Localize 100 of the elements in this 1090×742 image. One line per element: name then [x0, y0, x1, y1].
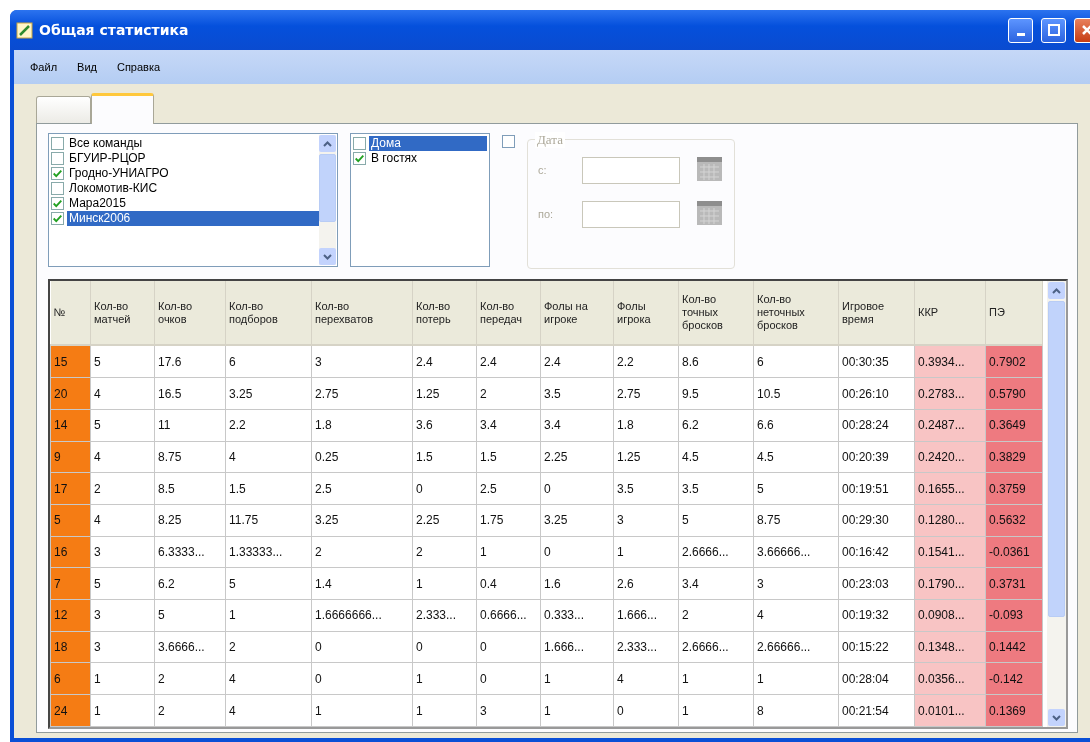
table-cell: 1 [412, 663, 477, 695]
column-header[interactable]: ПЭ [985, 281, 1043, 346]
table-cell: 2.4 [412, 345, 477, 378]
table-cell: 2.25 [412, 504, 477, 537]
table-cell: 10.5 [753, 377, 839, 410]
table-cell: 0.2420... [914, 441, 986, 473]
list-item[interactable]: В гостях [369, 151, 487, 166]
checkbox[interactable] [353, 152, 366, 165]
column-header[interactable]: Кол-во точных бросков [678, 281, 754, 346]
table-cell: 1.666... [540, 631, 614, 663]
column-header[interactable]: Кол-во потерь [412, 281, 477, 346]
table-cell: 3.4 [678, 567, 754, 600]
column-header[interactable]: Кол-во перехватов [311, 281, 413, 346]
minimize-button[interactable] [1008, 17, 1033, 43]
checkbox[interactable] [51, 137, 64, 150]
menu-item[interactable]: Файл [22, 59, 66, 75]
table-cell: 3.6 [412, 409, 477, 442]
table-cell: 2 [154, 694, 226, 727]
column-header[interactable]: Кол-во матчей [90, 281, 155, 346]
column-header[interactable]: Кол-во очков [154, 281, 226, 346]
table-cell: 00:26:10 [838, 377, 915, 410]
checkbox[interactable] [51, 152, 64, 165]
table-cell: 6.6 [753, 409, 839, 442]
table-cell: 0.1655... [914, 472, 986, 505]
table-cell: 2 [311, 536, 413, 568]
table-cell: 9.5 [678, 377, 754, 410]
list-item[interactable]: Гродно-УНИАГРО [67, 166, 319, 181]
table-cell: 0.0101... [914, 694, 986, 727]
checkbox[interactable] [51, 212, 64, 225]
table-cell: 5 [90, 345, 155, 378]
table-cell: 4 [90, 441, 155, 473]
table-cell: 0 [311, 631, 413, 663]
column-header[interactable]: Кол-во подборов [225, 281, 312, 346]
column-header[interactable]: Кол-во передач [476, 281, 541, 346]
table-cell: 3.25 [225, 377, 312, 410]
checkbox[interactable] [51, 197, 64, 210]
list-item[interactable]: Минск2006 [67, 211, 319, 226]
date-field[interactable] [582, 156, 680, 184]
table-cell: 0.3731 [985, 567, 1043, 600]
table-cell: 8.75 [154, 441, 226, 473]
table-cell: 2 [678, 599, 754, 632]
column-header[interactable]: Фолы игрока [613, 281, 679, 346]
table-cell: 0.333... [540, 599, 614, 632]
scroll-up-icon[interactable] [319, 135, 336, 152]
table-cell: 0.7902 [985, 345, 1043, 378]
scroll-thumb[interactable] [319, 154, 336, 222]
table-cell: 00:15:22 [838, 631, 915, 663]
calendar-icon[interactable] [696, 156, 723, 184]
table-cell: 3.5 [613, 472, 679, 505]
table-cell: 0 [540, 536, 614, 568]
table-cell: 8.5 [154, 472, 226, 505]
checkbox[interactable] [502, 135, 515, 148]
column-header[interactable]: Кол-во неточных бросков [753, 281, 839, 346]
table-cell: 0.5790 [985, 377, 1043, 410]
table-cell: 2.5 [476, 472, 541, 505]
table-cell: 0.1348... [914, 631, 986, 663]
column-header[interactable]: Фолы на игроке [540, 281, 614, 346]
column-header[interactable]: Игровое время [838, 281, 915, 346]
table-cell: 11 [154, 409, 226, 442]
menu-item[interactable]: Вид [69, 59, 105, 75]
table-cell: 1.33333... [225, 536, 312, 568]
column-header[interactable]: ККР [914, 281, 986, 346]
row-number-cell: 20 [50, 377, 91, 410]
list-item[interactable]: Мара2015 [67, 196, 319, 211]
table-cell: 5 [90, 567, 155, 600]
table-cell: 0.6666... [476, 599, 541, 632]
window-title: Общая статистика [39, 22, 189, 38]
table-cell: 2 [90, 472, 155, 505]
maximize-button[interactable] [1041, 17, 1066, 43]
date-field[interactable] [582, 200, 680, 228]
column-header[interactable]: № [50, 281, 91, 346]
scroll-thumb[interactable] [1048, 301, 1065, 617]
list-item[interactable]: БГУИР-РЦОР [67, 151, 319, 166]
checkbox[interactable] [51, 167, 64, 180]
checkbox[interactable] [51, 182, 64, 195]
scrollbar[interactable] [1047, 281, 1066, 727]
row-number-cell: 18 [50, 631, 91, 663]
scroll-down-icon[interactable] [1048, 709, 1065, 726]
row-number-cell: 5 [50, 504, 91, 537]
minimize-icon [1016, 32, 1025, 36]
table-cell: 0 [540, 472, 614, 505]
calendar-icon[interactable] [696, 200, 723, 228]
table-cell: 4.5 [678, 441, 754, 473]
checkbox[interactable] [353, 137, 366, 150]
table-cell: 5 [90, 409, 155, 442]
table-cell: 00:20:39 [838, 441, 915, 473]
list-item[interactable]: Локомотив-КИС [67, 181, 319, 196]
tab[interactable] [36, 96, 91, 123]
list-item[interactable]: Дома [369, 136, 487, 151]
table-cell: 0 [613, 694, 679, 727]
table-cell: 4 [90, 504, 155, 537]
list-item[interactable]: Все команды [67, 136, 319, 151]
menu-item[interactable]: Справка [108, 59, 169, 75]
scroll-up-icon[interactable] [1048, 282, 1065, 299]
table-cell: 3 [90, 536, 155, 568]
tab[interactable] [91, 93, 154, 124]
scrollbar[interactable] [319, 135, 336, 265]
table-cell: 00:19:51 [838, 472, 915, 505]
table-cell: 2.6666... [678, 631, 754, 663]
scroll-down-icon[interactable] [319, 248, 336, 265]
